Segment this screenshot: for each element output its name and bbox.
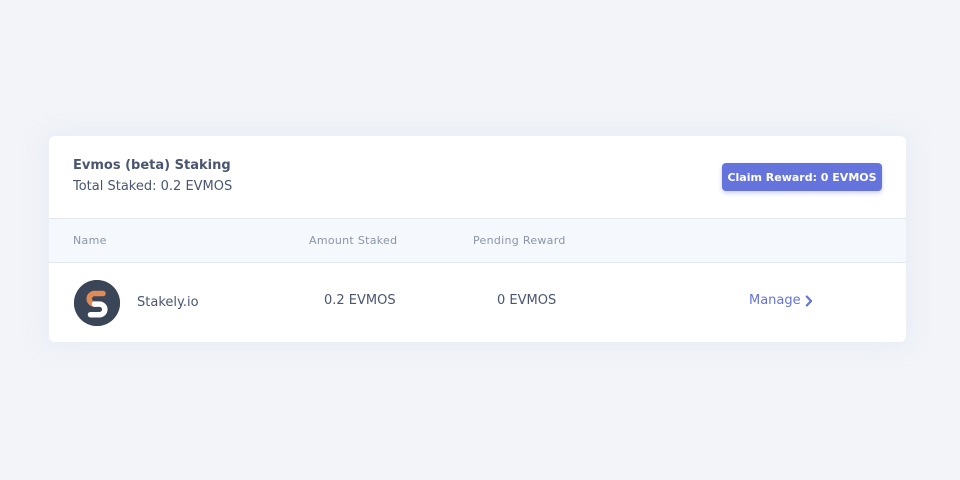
chevron-right-icon [805, 294, 813, 307]
card-header: Evmos (beta) Staking Total Staked: 0.2 E… [49, 136, 906, 219]
validator-name: Stakely.io [137, 295, 199, 310]
total-staked: Total Staked: 0.2 EVMOS [73, 179, 233, 194]
column-header-name: Name [73, 234, 107, 247]
column-header-pending-reward: Pending Reward [473, 234, 566, 247]
staking-title: Evmos (beta) Staking [73, 158, 231, 173]
claim-reward-button[interactable]: Claim Reward: 0 EVMOS [722, 163, 882, 191]
manage-link[interactable]: Manage [749, 293, 813, 308]
table-header: Name Amount Staked Pending Reward [49, 219, 906, 263]
staking-card: Evmos (beta) Staking Total Staked: 0.2 E… [49, 136, 906, 342]
pending-reward-value: 0 EVMOS [497, 293, 557, 308]
stakely-logo-icon [74, 280, 120, 326]
amount-staked-value: 0.2 EVMOS [324, 293, 396, 308]
manage-label: Manage [749, 293, 801, 308]
column-header-amount-staked: Amount Staked [309, 234, 398, 247]
table-row: Stakely.io 0.2 EVMOS 0 EVMOS Manage [49, 263, 906, 342]
